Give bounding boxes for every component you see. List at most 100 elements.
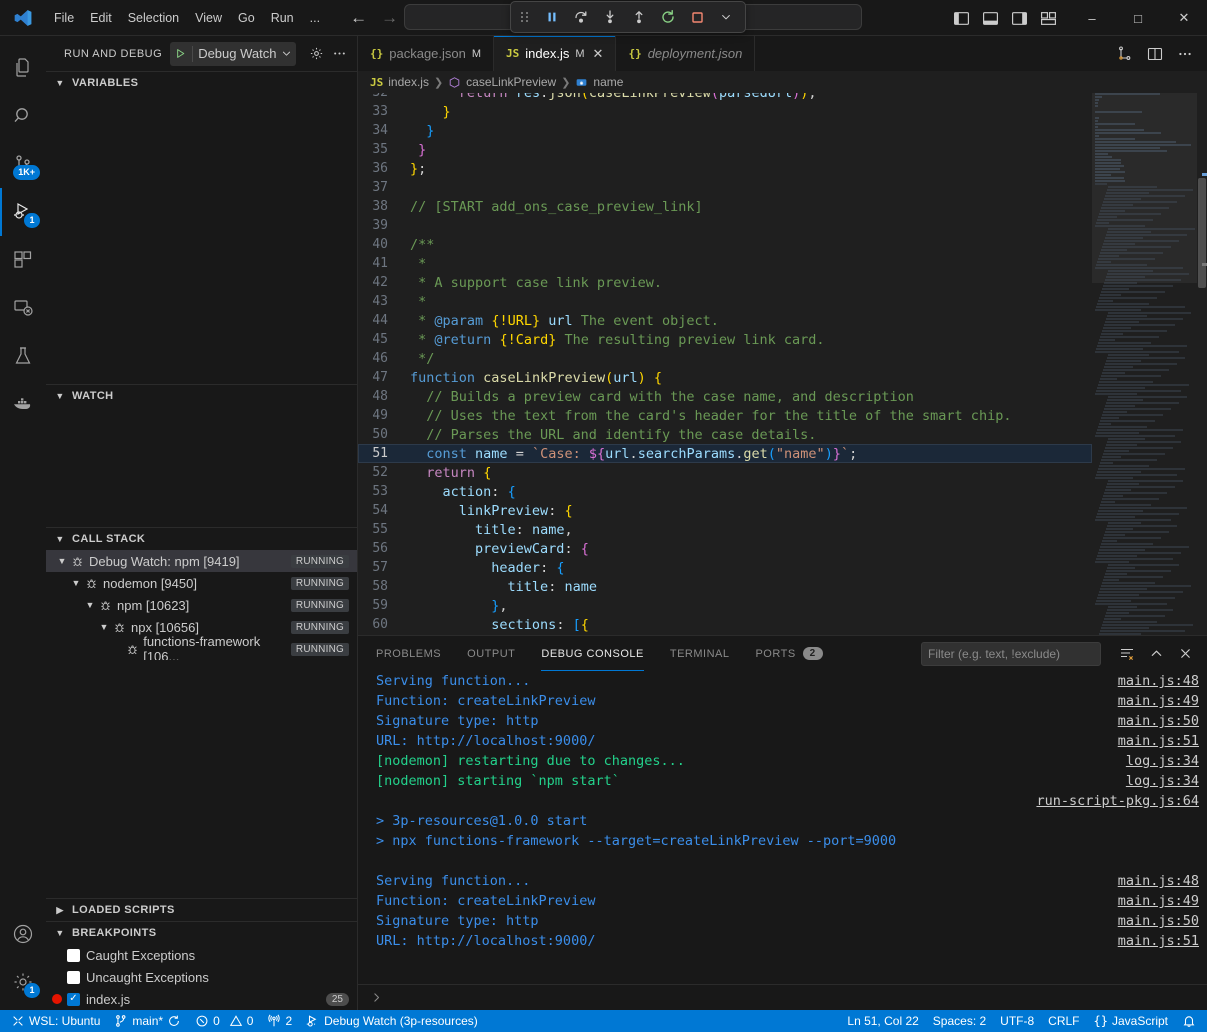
- chevron-down-icon[interactable]: ▼: [52, 391, 68, 401]
- line-number[interactable]: 44: [358, 313, 404, 328]
- console-source-link[interactable]: run-script-pkg.js:64: [1036, 793, 1199, 809]
- code-line[interactable]: 41 *: [358, 254, 1092, 273]
- line-number[interactable]: 60: [358, 617, 404, 632]
- launch-configuration-name[interactable]: Debug Watch: [198, 46, 276, 61]
- panel-tab-ports[interactable]: PORTS 2: [755, 636, 822, 671]
- line-number[interactable]: 46: [358, 351, 404, 366]
- chevron-down-icon[interactable]: ▼: [52, 534, 68, 544]
- breadcrumb-symbol-variable[interactable]: name: [593, 75, 623, 89]
- ellipsis-icon[interactable]: [332, 46, 347, 61]
- line-number[interactable]: 53: [358, 484, 404, 499]
- minimize-button[interactable]: –: [1069, 0, 1115, 36]
- split-editor-icon[interactable]: [1147, 46, 1163, 62]
- activitybar-bottom[interactable]: 1: [0, 910, 46, 1010]
- chevron-down-icon[interactable]: [713, 5, 739, 29]
- line-number[interactable]: 56: [358, 541, 404, 556]
- panel-tab-problems[interactable]: PROBLEMS: [376, 636, 441, 671]
- console-source-link[interactable]: main.js:48: [1118, 673, 1199, 689]
- status-notifications[interactable]: [1175, 1010, 1203, 1032]
- line-number[interactable]: 45: [358, 332, 404, 347]
- section-header-loaded-scripts[interactable]: ▶ LOADED SCRIPTS: [46, 899, 357, 921]
- line-number[interactable]: 35: [358, 142, 404, 157]
- line-number[interactable]: 52: [358, 465, 404, 480]
- launch-configuration-selector[interactable]: Debug Watch: [170, 42, 296, 66]
- status-problems[interactable]: 0 0: [188, 1010, 260, 1032]
- line-number[interactable]: 43: [358, 294, 404, 309]
- step-over-button[interactable]: [568, 5, 594, 29]
- sidebar-header-actions[interactable]: [309, 46, 351, 61]
- navigation-arrows[interactable]: ← →: [350, 8, 398, 28]
- code-line[interactable]: 46 */: [358, 349, 1092, 368]
- gear-icon[interactable]: [309, 46, 324, 61]
- close-panel-icon[interactable]: [1178, 646, 1193, 661]
- code-line[interactable]: 40/**: [358, 235, 1092, 254]
- console-source-link[interactable]: log.js:34: [1126, 753, 1199, 769]
- status-editor-indentation[interactable]: Spaces: 2: [926, 1010, 993, 1032]
- activitybar-item-source-control[interactable]: 1K+: [0, 140, 46, 188]
- code-line[interactable]: 54 linkPreview: {: [358, 501, 1092, 520]
- section-header-breakpoints[interactable]: ▼ BREAKPOINTS: [46, 922, 357, 944]
- stop-button[interactable]: [684, 5, 710, 29]
- close-button[interactable]: ✕: [1161, 0, 1207, 36]
- status-git-branch[interactable]: main*: [107, 1010, 188, 1032]
- collapse-panel-icon[interactable]: [1149, 646, 1164, 661]
- pause-button[interactable]: [539, 5, 565, 29]
- section-header-call-stack[interactable]: ▼ CALL STACK: [46, 528, 357, 550]
- step-out-button[interactable]: [626, 5, 652, 29]
- debug-console-output[interactable]: Serving function...main.js:48Function: c…: [358, 671, 1207, 984]
- console-filter-box[interactable]: [921, 642, 1101, 666]
- activitybar-item-manage[interactable]: 1: [0, 958, 46, 1006]
- status-ports[interactable]: 2: [260, 1010, 299, 1032]
- panel-tab-output[interactable]: OUTPUT: [467, 636, 515, 671]
- line-number[interactable]: 59: [358, 598, 404, 613]
- code-line[interactable]: 43 *: [358, 292, 1092, 311]
- code-line[interactable]: 52 return {: [358, 463, 1092, 482]
- more-actions-icon[interactable]: [1177, 46, 1193, 62]
- breakpoint-row[interactable]: index.js25: [46, 988, 357, 1010]
- chevron-down-icon[interactable]: ▼: [54, 556, 70, 566]
- menu-edit[interactable]: Edit: [82, 8, 120, 28]
- arrow-left-icon[interactable]: ←: [350, 8, 367, 28]
- line-number[interactable]: 47: [358, 370, 404, 385]
- breakpoint-row[interactable]: Caught Exceptions: [46, 944, 357, 966]
- sync-icon[interactable]: [167, 1014, 181, 1028]
- code-line[interactable]: 37: [358, 178, 1092, 197]
- drag-grip-icon[interactable]: [517, 12, 533, 22]
- console-source-link[interactable]: main.js:51: [1118, 733, 1199, 749]
- panel-actions[interactable]: [921, 642, 1207, 666]
- scrollbar-thumb[interactable]: [1198, 178, 1206, 288]
- line-number[interactable]: 57: [358, 560, 404, 575]
- activitybar-item-accounts[interactable]: [0, 910, 46, 958]
- window-controls[interactable]: – □ ✕: [1069, 0, 1207, 36]
- console-source-link[interactable]: log.js:34: [1126, 773, 1199, 789]
- chevron-down-icon[interactable]: ▼: [96, 622, 112, 632]
- code-line[interactable]: 47function caseLinkPreview(url) {: [358, 368, 1092, 387]
- code-lines[interactable]: 32 return res.json(caseLinkPreview(parse…: [358, 93, 1092, 635]
- status-editor-language[interactable]: {} JavaScript: [1087, 1010, 1175, 1032]
- debug-toolbar[interactable]: [510, 1, 746, 33]
- tab-index-js[interactable]: JS index.js M ✕: [494, 36, 616, 71]
- toggle-primary-sidebar-icon[interactable]: [953, 10, 970, 27]
- chevron-down-icon[interactable]: [281, 48, 292, 59]
- editor-tab-bar[interactable]: {} package.json M JS index.js M ✕ {} dep…: [358, 36, 1207, 71]
- code-line[interactable]: 48 // Builds a preview card with the cas…: [358, 387, 1092, 406]
- code-line[interactable]: 49 // Uses the text from the card's head…: [358, 406, 1092, 425]
- line-number[interactable]: 41: [358, 256, 404, 271]
- step-into-button[interactable]: [597, 5, 623, 29]
- line-number[interactable]: 49: [358, 408, 404, 423]
- code-line[interactable]: 57 header: {: [358, 558, 1092, 577]
- line-number[interactable]: 32: [358, 93, 404, 100]
- code-line[interactable]: 32 return res.json(caseLinkPreview(parse…: [358, 93, 1092, 102]
- activitybar-item-remote-explorer[interactable]: [0, 284, 46, 332]
- tab-deployment-json[interactable]: {} deployment.json: [616, 36, 755, 71]
- code-line[interactable]: 53 action: {: [358, 482, 1092, 501]
- line-number[interactable]: 40: [358, 237, 404, 252]
- status-editor-encoding[interactable]: UTF-8: [993, 1010, 1041, 1032]
- line-number[interactable]: 39: [358, 218, 404, 233]
- tab-package-json[interactable]: {} package.json M: [358, 36, 494, 71]
- console-filter-input[interactable]: [928, 647, 1094, 661]
- menu-file[interactable]: File: [46, 8, 82, 28]
- line-number[interactable]: 38: [358, 199, 404, 214]
- layout-controls[interactable]: [953, 0, 1057, 36]
- customize-layout-icon[interactable]: [1040, 10, 1057, 27]
